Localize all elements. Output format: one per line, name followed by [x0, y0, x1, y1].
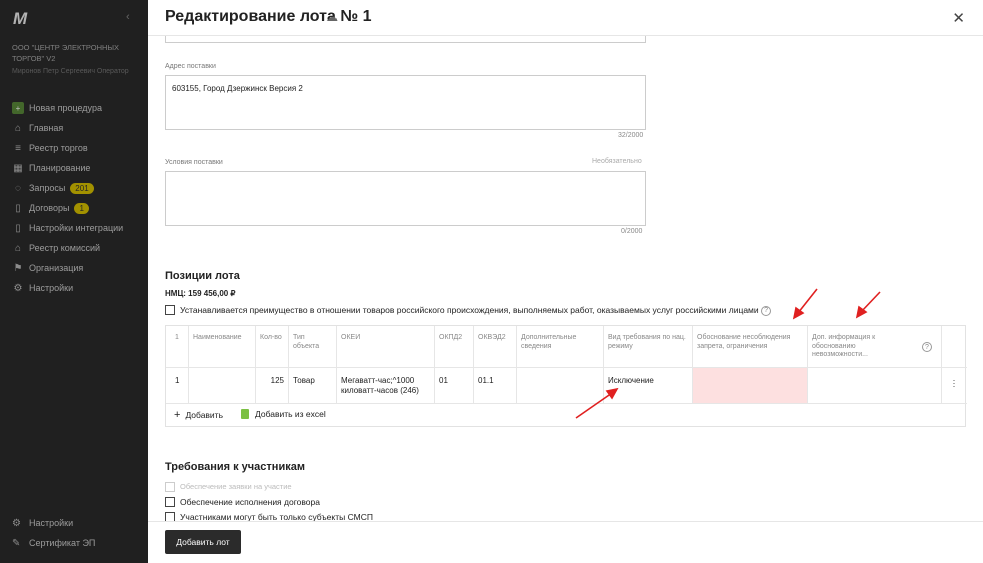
annotation-arrow-reason — [797, 288, 818, 314]
annotation-arrows — [575, 288, 881, 419]
annotation-arrow-info — [860, 291, 881, 313]
annotation-arrowhead — [605, 387, 619, 400]
annotation-arrow-requirement — [575, 392, 613, 419]
